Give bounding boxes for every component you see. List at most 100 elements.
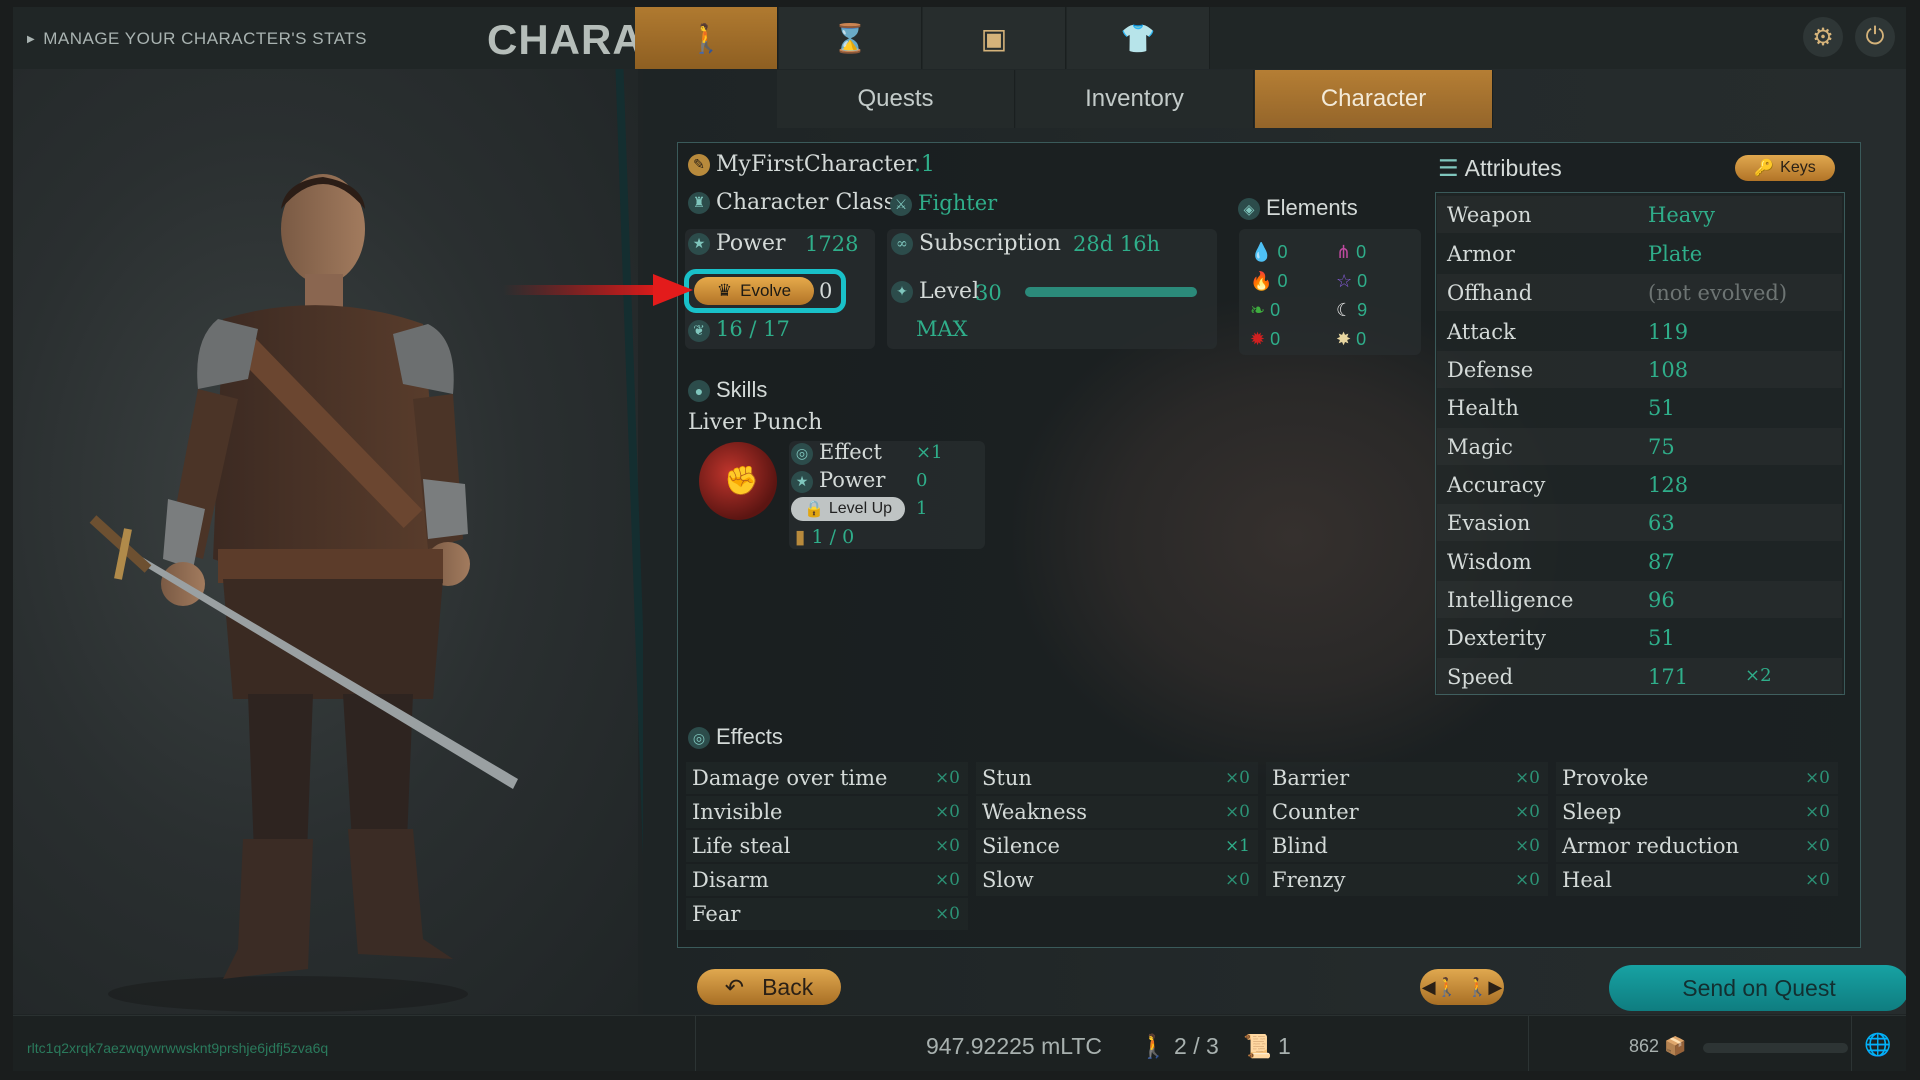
water-drop-icon: 💧 xyxy=(1250,242,1273,262)
swap-character-button[interactable]: ◀🚶 🚶▶ xyxy=(1420,969,1504,1005)
power-label-text: Power xyxy=(716,231,786,256)
send-on-quest-button[interactable]: Send on Quest xyxy=(1609,965,1906,1011)
skill-liver-punch-icon[interactable]: ✊ xyxy=(699,442,777,520)
globe-icon: 🌐 xyxy=(1864,1032,1892,1057)
hourglass-icon: ⌛ xyxy=(832,22,868,54)
attribute-name: Health xyxy=(1447,396,1519,420)
effect-count: ×0 xyxy=(1804,768,1830,788)
effect-heal: Heal ×0 xyxy=(1556,864,1838,896)
attribute-row-offhand: Offhand (not evolved) xyxy=(1437,274,1842,311)
tab-character[interactable]: Character xyxy=(1255,70,1493,128)
skill-level-up-button[interactable]: 🔒 Level Up xyxy=(791,497,905,521)
attribute-name: Weapon xyxy=(1447,203,1532,227)
feather-icon: ❦ xyxy=(688,319,710,342)
attribute-row-weapon: Weapon Heavy xyxy=(1437,196,1842,233)
power-button[interactable]: ⏻ xyxy=(1855,17,1895,57)
effect-name: Weakness xyxy=(982,800,1088,824)
subscription-label: ∞ Subscription xyxy=(891,231,1061,256)
effect-life-steal: Life steal ×0 xyxy=(686,830,968,862)
attribute-row-evasion: Evasion 63 xyxy=(1437,504,1842,541)
attribute-row-accuracy: Accuracy 128 xyxy=(1437,466,1842,503)
gear-icon: ⚙ xyxy=(1812,23,1834,51)
quest-scroll-icon: 📜 xyxy=(1243,1033,1272,1059)
effect-count: ×0 xyxy=(1804,802,1830,822)
attribute-value: 108 xyxy=(1648,358,1689,382)
effect-name: Slow xyxy=(982,868,1034,892)
level-label: ✦ Level xyxy=(891,279,979,304)
effect-count: ×0 xyxy=(934,802,960,822)
effect-count: ×0 xyxy=(934,836,960,856)
element-sun: ✸ 0 xyxy=(1336,329,1366,350)
wallet-address[interactable]: rltc1q2xrqk7aezwqywrwwsknt9prshje6jdfj5z… xyxy=(27,1040,328,1056)
attribute-row-speed: Speed 171 ×2 xyxy=(1437,658,1842,695)
level-progress-bar xyxy=(1025,287,1197,297)
moon-icon: ☾ xyxy=(1336,300,1353,320)
effect-name: Blind xyxy=(1272,834,1328,858)
star-outline-icon: ☆ xyxy=(1336,271,1353,291)
attribute-name: Speed xyxy=(1447,665,1514,689)
attribute-value: 96 xyxy=(1648,588,1675,612)
attribute-row-defense: Defense 108 xyxy=(1437,351,1842,388)
attribute-row-dexterity: Dexterity 51 xyxy=(1437,619,1842,656)
effect-count: ×0 xyxy=(1224,802,1250,822)
effect-fear: Fear ×0 xyxy=(686,898,968,930)
attribute-row-attack: Attack 119 xyxy=(1437,313,1842,350)
effect-count: ×0 xyxy=(934,870,960,890)
tab-chest-icon[interactable]: ▣ xyxy=(923,7,1066,69)
tab-shirt-icon[interactable]: 👕 xyxy=(1067,7,1210,69)
subscription-label-text: Subscription xyxy=(919,231,1061,256)
skill-effect-value: ×1 xyxy=(916,442,943,463)
shirt-icon: 👕 xyxy=(1120,22,1156,54)
caret-right-icon: ▶ xyxy=(27,34,36,45)
scroll-icon: ▮ xyxy=(795,526,806,548)
skills-icon: ● xyxy=(688,380,710,403)
element-fire-value: 0 xyxy=(1277,271,1288,291)
attribute-name: Dexterity xyxy=(1447,626,1547,650)
element-blood: ✹ 0 xyxy=(1250,329,1280,350)
element-moon-value: 9 xyxy=(1357,300,1368,320)
balance: 947.92225 mLTC xyxy=(926,1033,1103,1059)
swirl-icon: ◎ xyxy=(791,442,813,465)
skill-power-label-text: Power xyxy=(819,468,886,492)
level-max: MAX xyxy=(916,317,968,341)
attribute-value: 75 xyxy=(1648,435,1675,459)
effect-damage-over-time: Damage over time ×0 xyxy=(686,762,968,794)
keys-button[interactable]: 🔑 Keys xyxy=(1735,155,1835,181)
keys-label: Keys xyxy=(1780,159,1816,176)
subscription-value: 28d 16h xyxy=(1073,232,1161,256)
attribute-name: Armor xyxy=(1447,242,1515,266)
character-portrait xyxy=(13,69,638,1014)
previous-character-icon: ◀🚶 xyxy=(1421,976,1458,997)
tab-quests[interactable]: Quests xyxy=(777,70,1015,128)
effect-count: ×1 xyxy=(1224,836,1250,856)
effect-count: ×0 xyxy=(1804,870,1830,890)
effect-name: Silence xyxy=(982,834,1060,858)
elements-title-text: Elements xyxy=(1266,195,1358,220)
effect-name: Invisible xyxy=(692,800,783,824)
back-button[interactable]: ↶ Back xyxy=(697,969,841,1005)
attribute-name: Accuracy xyxy=(1447,473,1546,497)
skills-title: ● Skills xyxy=(688,377,767,403)
divider xyxy=(1851,1016,1852,1071)
divider xyxy=(1528,1016,1529,1071)
element-water: 💧 0 xyxy=(1250,242,1287,263)
effect-name: Counter xyxy=(1272,800,1359,824)
effect-name: Fear xyxy=(692,902,741,926)
page-subtitle: ▶ MANAGE YOUR CHARACTER'S STATS xyxy=(27,29,367,49)
effect-name: Armor reduction xyxy=(1562,834,1739,858)
attribute-value: 51 xyxy=(1648,396,1675,420)
language-button[interactable]: 🌐 xyxy=(1864,1032,1891,1058)
settings-button[interactable]: ⚙ xyxy=(1803,17,1843,57)
effect-name: Disarm xyxy=(692,868,769,892)
skill-name: Liver Punch xyxy=(688,410,823,435)
attribute-name: Magic xyxy=(1447,435,1513,459)
skill-power-label: ★ Power xyxy=(791,468,885,493)
tab-inventory[interactable]: Inventory xyxy=(1016,70,1254,128)
claw-icon: ⋔ xyxy=(1336,242,1352,262)
effect-blind: Blind ×0 xyxy=(1266,830,1548,862)
attribute-value: Plate xyxy=(1648,242,1703,266)
attribute-name: Evasion xyxy=(1447,511,1531,535)
tab-character-icon[interactable]: 🚶 xyxy=(635,7,778,69)
power-icon: ⏻ xyxy=(1865,23,1885,50)
tab-timer-icon[interactable]: ⌛ xyxy=(779,7,922,69)
